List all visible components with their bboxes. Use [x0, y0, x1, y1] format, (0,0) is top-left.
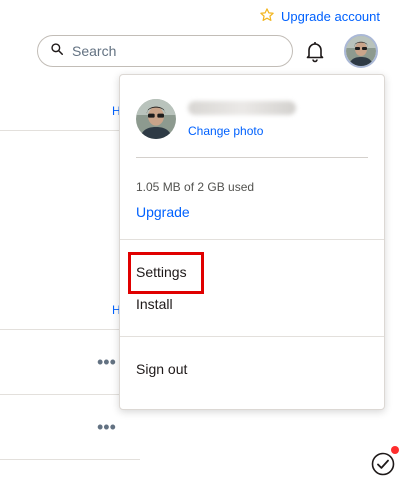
menu-avatar [136, 99, 176, 139]
menu-divider [120, 239, 384, 240]
search-bar[interactable] [37, 35, 293, 67]
row-more-icon[interactable]: ••• [97, 418, 116, 436]
account-avatar-button[interactable] [344, 34, 378, 68]
upgrade-account-link[interactable]: Upgrade account [259, 6, 380, 26]
notification-dot [391, 446, 399, 454]
blurred-account-name [188, 101, 296, 115]
avatar [346, 36, 376, 66]
install-menu-item[interactable]: Install [136, 296, 173, 312]
settings-highlight-annotation [128, 252, 204, 294]
background-divider [0, 329, 120, 330]
sign-out-menu-item[interactable]: Sign out [136, 361, 187, 377]
check-circle-icon[interactable] [370, 451, 396, 477]
upgrade-link[interactable]: Upgrade [136, 204, 190, 220]
bell-icon[interactable] [303, 39, 327, 63]
storage-usage-text: 1.05 MB of 2 GB used [136, 180, 255, 194]
background-divider [0, 130, 120, 131]
account-menu: Change photo 1.05 MB of 2 GB used Upgrad… [119, 74, 385, 410]
menu-divider [136, 157, 368, 158]
row-more-icon[interactable]: ••• [97, 353, 116, 371]
change-photo-link[interactable]: Change photo [188, 124, 263, 138]
background-divider [0, 394, 120, 395]
star-icon [259, 7, 275, 26]
background-divider [0, 459, 140, 460]
menu-divider [120, 336, 384, 337]
upgrade-account-label: Upgrade account [280, 8, 380, 24]
search-icon [50, 42, 64, 61]
search-input[interactable] [70, 42, 274, 60]
